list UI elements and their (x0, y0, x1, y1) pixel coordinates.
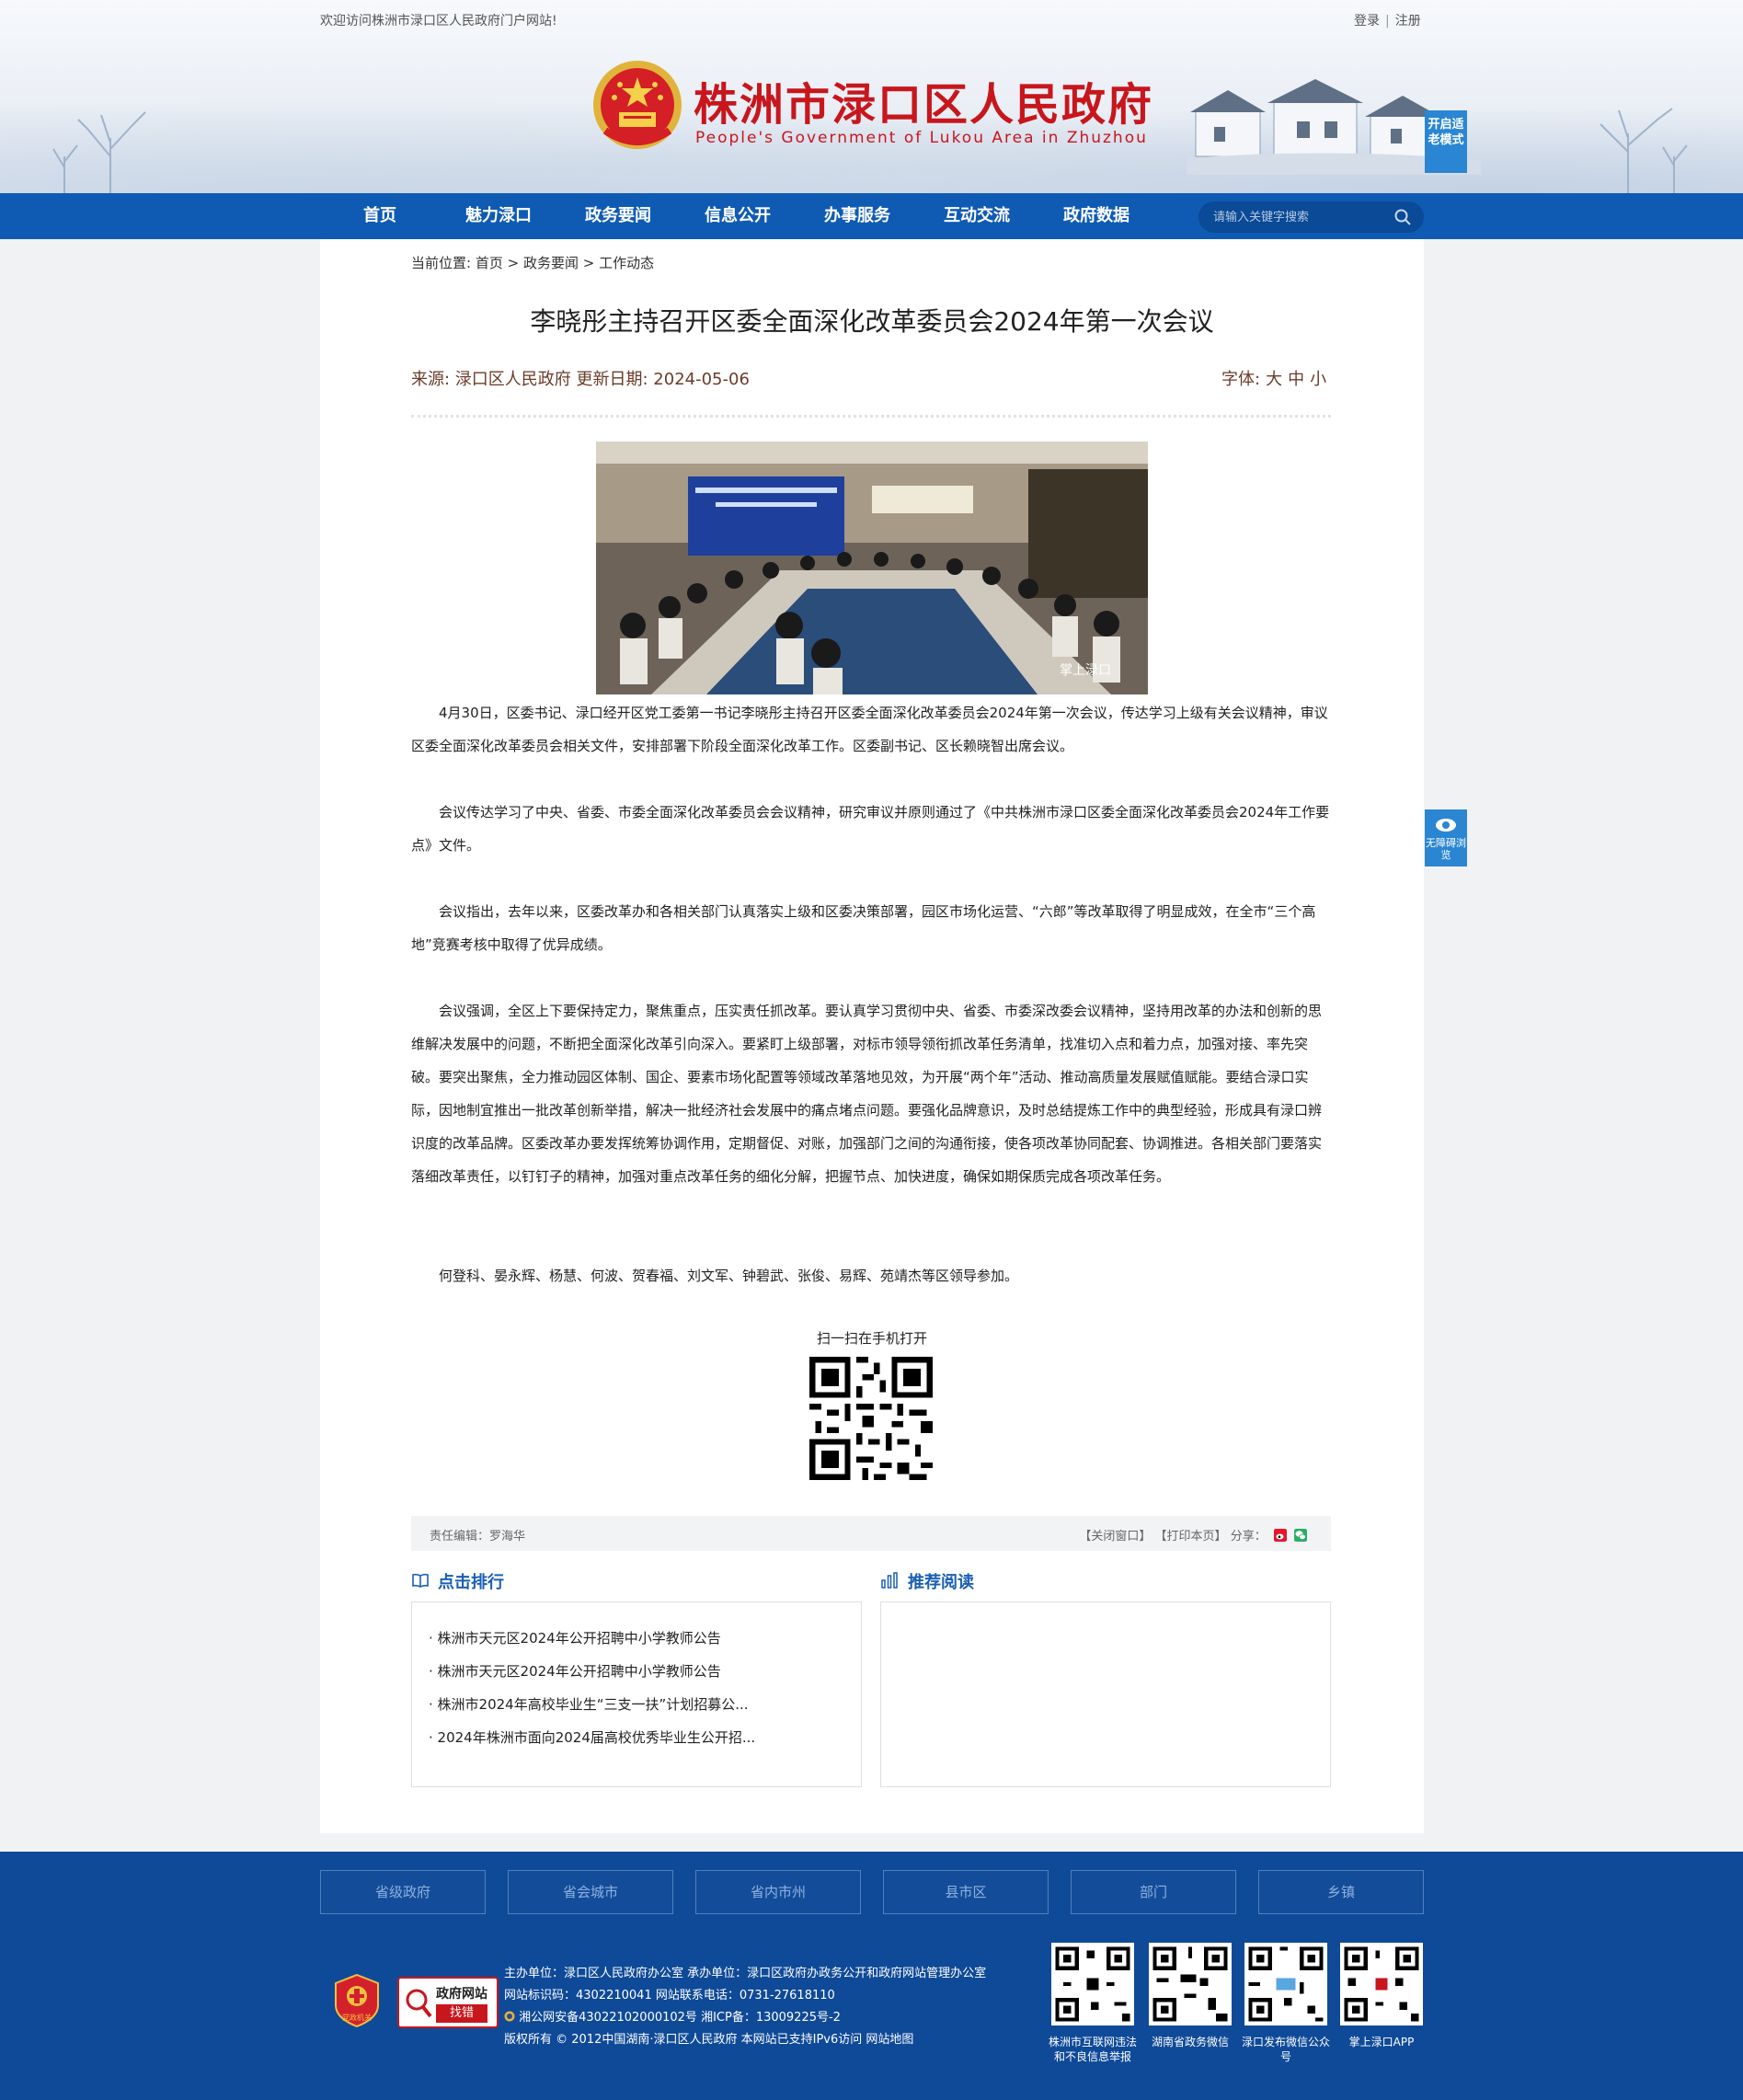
wechat-share-icon[interactable] (1294, 1529, 1307, 1542)
nav-item-home[interactable]: 首页 (363, 193, 396, 239)
elder-mode-button[interactable]: 开启适老模式 (1425, 110, 1467, 173)
title-divider (411, 415, 1331, 418)
nav-item-info-disclosure[interactable]: 信息公开 (705, 193, 771, 239)
article-paragraph: 会议指出，去年以来，区委改革办和各相关部门认真落实上级和区委决策部署，园区市场化… (411, 903, 1316, 953)
gov-site-error-report-badge[interactable]: 政府网站 找错 (397, 1977, 499, 2028)
qr-label-lukou-app: 掌上渌口APP (1348, 2036, 1415, 2048)
bar-chart-icon (881, 1572, 898, 1589)
list-item[interactable]: · 株洲市2024年高校毕业生“三支一扶”计划招募公... (429, 1694, 749, 1714)
article-paragraph: 何登科、晏永辉、杨慧、何波、贺春福、刘文军、钟碧武、张俊、易辉、苑靖杰等区领导参… (439, 1268, 1019, 1284)
list-item-title[interactable]: 2024年株洲市面向2024届高校优秀毕业生公开招... (438, 1729, 756, 1746)
print-page-link[interactable]: 【打印本页】 (1155, 1530, 1227, 1543)
font-medium-button[interactable]: 中 (1288, 370, 1304, 389)
login-link[interactable]: 登录 (1354, 14, 1380, 29)
badge-top-text: 政府网站 (436, 1987, 487, 2002)
wechat-gov-qr-code (1149, 1943, 1232, 2025)
font-size-label: 字体: (1221, 370, 1261, 389)
footer-link-provincial-gov[interactable]: 省级政府 (320, 1870, 486, 1914)
tree-illustration (52, 111, 146, 193)
list-item-title[interactable]: 株洲市2024年高校毕业生“三支一扶”计划招募公... (438, 1696, 749, 1713)
lukou-release-qr-code (1244, 1943, 1327, 2025)
national-emblem-icon (593, 61, 682, 149)
list-item-title[interactable]: 株洲市天元区2024年公开招聘中小学教师公告 (438, 1630, 721, 1647)
share-label: 分享： (1230, 1530, 1267, 1543)
breadcrumb-sep: > (582, 255, 595, 271)
footer-site-code: 网站标识码：4302210041 网站联系电话：0731-27618110 (504, 1989, 835, 2002)
breadcrumb-news[interactable]: 政务要闻 (523, 255, 579, 271)
book-icon (412, 1573, 429, 1588)
magnifier-icon (406, 1989, 432, 2018)
recommend-title: 推荐阅读 (908, 1573, 974, 1592)
ranking-list: · 株洲市天元区2024年公开招聘中小学教师公告 · 株洲市天元区2024年公开… (411, 1601, 862, 1787)
site-subtitle: People's Government of Lukou Area in Zhu… (695, 129, 1148, 147)
eye-icon (1436, 819, 1456, 832)
party-gov-badge-text: 党政机关 (342, 2013, 372, 2022)
nav-item-charm-lukou[interactable]: 魅力渌口 (465, 193, 532, 239)
footer-link-departments[interactable]: 部门 (1071, 1870, 1236, 1914)
list-item[interactable]: · 2024年株洲市面向2024届高校优秀毕业生公开招... (429, 1727, 755, 1747)
meeting-photo: 掌上渌口 (596, 442, 1148, 694)
article-paragraph: 4月30日，区委书记、渌口经开区党工委第一书记李晓彤主持召开区委全面深化改革委员… (411, 705, 1328, 754)
breadcrumb-sep: > (507, 255, 520, 271)
qr-label-wechat-gov: 湖南省政务微信 (1151, 2036, 1229, 2048)
qr-label: 扫一扫在手机打开 (816, 1330, 927, 1347)
accessibility-button[interactable]: 无障碍浏览 (1425, 809, 1467, 866)
nav-item-services[interactable]: 办事服务 (824, 193, 890, 239)
article-toolbar: 责任编辑：罗海华 【关闭窗口】 【打印本页】 分享： (411, 1516, 1331, 1551)
nav-item-news[interactable]: 政务要闻 (585, 193, 651, 239)
register-link[interactable]: 注册 (1395, 14, 1421, 29)
font-small-button[interactable]: 小 (1310, 370, 1326, 389)
close-window-link[interactable]: 【关闭窗口】 (1079, 1530, 1151, 1543)
footer-link-capital-cities[interactable]: 省会城市 (508, 1870, 673, 1914)
lukou-app-qr-code (1340, 1943, 1423, 2025)
main-nav: 首页 魅力渌口 政务要闻 信息公开 办事服务 互动交流 政府数据 (0, 193, 1743, 239)
qr-label-lukou-release: 渌口发布微信公众号 (1241, 2036, 1330, 2063)
search-icon[interactable] (1393, 208, 1412, 226)
article-tools: 【关闭窗口】 【打印本页】 分享： (1079, 1526, 1307, 1543)
badge-bottom-text: 找错 (436, 2004, 487, 2023)
nav-item-gov-data[interactable]: 政府数据 (1063, 193, 1130, 239)
article-paragraph: 会议传达学习了中央、省委、市委全面深化改革委员会会议精神，研究审议并原则通过了《… (411, 804, 1330, 854)
header-banner: 欢迎访问株洲市渌口区人民政府门户网站! 登录 | 注册 株洲市渌口区人民政府 Peo… (0, 0, 1743, 193)
list-item[interactable]: · 株洲市天元区2024年公开招聘中小学教师公告 (429, 1628, 721, 1647)
welcome-text: 欢迎访问株洲市渌口区人民政府门户网站! (320, 14, 557, 29)
article-meta: 来源: 渌口区人民政府 更新日期: 2024-05-06 (411, 370, 750, 389)
list-item[interactable]: · 株洲市天元区2024年公开招聘中小学教师公告 (429, 1661, 721, 1681)
breadcrumb-work-updates[interactable]: 工作动态 (599, 255, 654, 271)
footer-link-counties[interactable]: 县市区 (883, 1870, 1049, 1914)
font-large-button[interactable]: 大 (1266, 370, 1282, 389)
tree-illustration-right (1600, 108, 1688, 193)
account-links: 登录 | 注册 (1354, 11, 1421, 29)
site-title: 株洲市渌口区人民政府 (694, 79, 1154, 131)
footer-organizer: 主办单位：渌口区人民政府办公室 承办单位：渌口区政府办政务公开和政府网站管理办公… (504, 1967, 987, 1980)
nav-item-interaction[interactable]: 互动交流 (944, 193, 1010, 239)
breadcrumb-prefix: 当前位置: (411, 255, 472, 271)
link-separator: | (1385, 14, 1390, 29)
search-input[interactable] (1213, 208, 1388, 226)
weibo-share-icon[interactable] (1273, 1529, 1287, 1542)
party-gov-badge[interactable]: 党政机关 (334, 1974, 380, 2027)
footer-copyright: 版权所有 © 2012中国湖南·渌口区人民政府 本网站已支持IPv6访问 网站地… (504, 2033, 914, 2047)
photo-watermark: 掌上渌口 (1060, 663, 1111, 678)
footer-icp-text: 湘公网安备43022102000102号 湘ICP备：13009225号-2 (519, 2011, 841, 2025)
font-size-controls: 字体: 大中小 (1221, 366, 1326, 390)
breadcrumb: 当前位置: 首页 > 政务要闻 > 工作动态 (411, 253, 654, 272)
recommend-list (880, 1601, 1331, 1787)
report-qr-code (1051, 1943, 1134, 2025)
article-paragraph: 会议强调，全区上下要保持定力，聚焦重点，压实责任抓改革。要认真学习贯彻中央、省委… (411, 1003, 1323, 1185)
ranking-title: 点击排行 (438, 1573, 504, 1592)
accessibility-label: 无障碍浏览 (1426, 837, 1466, 861)
footer-icp: 湘公网安备43022102000102号 湘ICP备：13009225号-2 (504, 2007, 841, 2025)
article-title: 李晓彤主持召开区委全面深化改革委员会2024年第一次会议 (530, 306, 1214, 337)
footer-link-prefectures[interactable]: 省内市州 (695, 1870, 861, 1914)
search-box (1198, 201, 1424, 233)
list-item-title[interactable]: 株洲市天元区2024年公开招聘中小学教师公告 (438, 1663, 721, 1680)
responsible-editor: 责任编辑：罗海华 (430, 1530, 526, 1543)
qr-label-report: 株洲市互联网违法和不良信息举报 (1048, 2036, 1137, 2063)
footer-link-townships[interactable]: 乡镇 (1258, 1870, 1424, 1914)
police-badge-icon (504, 2011, 515, 2022)
breadcrumb-home[interactable]: 首页 (476, 255, 503, 271)
article-qr-code (809, 1357, 933, 1480)
